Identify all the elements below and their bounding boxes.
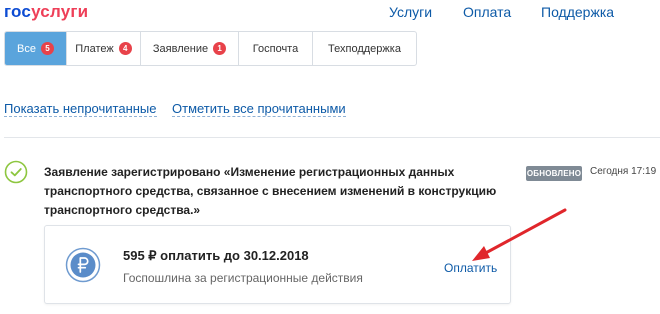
gosuslugi-logo[interactable]: госуслуги [4,2,88,22]
tab-tech-support-label: Техподдержка [328,42,401,55]
payment-amount: 595 ₽ оплатить до 30.12.2018 [123,248,309,263]
tab-payment-label: Платеж [75,42,114,55]
nav-payment[interactable]: Оплата [463,4,511,20]
tab-application-label: Заявление [152,42,209,55]
logo-part-uslugi: услуги [31,2,89,21]
tab-all-label: Все [17,42,36,55]
ruble-icon [65,247,101,283]
notification-tabs: Все 5 Платеж 4 Заявление 1 Госпочта Техп… [4,31,417,66]
tab-all-count: 5 [40,42,54,55]
divider [4,137,660,138]
payment-card: 595 ₽ оплатить до 30.12.2018 Госпошлина … [44,225,511,304]
notification-text[interactable]: Заявление зарегистрировано «Изменение ре… [44,163,514,220]
tab-application-count: 1 [213,42,227,55]
nav-services[interactable]: Услуги [389,4,432,20]
tab-payment-count: 4 [118,42,132,55]
logo-part-gos: гос [4,2,32,21]
nav-support[interactable]: Поддержка [541,4,614,20]
tab-gospochta-label: Госпочта [252,42,299,55]
status-badge: ОБНОВЛЕНО [526,166,582,181]
payment-description: Госпошлина за регистрационные действия [123,271,363,285]
tab-all[interactable]: Все 5 [5,32,66,65]
tab-payment[interactable]: Платеж 4 [66,32,140,65]
red-arrow [472,208,567,261]
tab-tech-support[interactable]: Техподдержка [312,32,416,65]
notification-time: Сегодня 17:19 [590,166,657,177]
mark-all-read-link[interactable]: Отметить все прочитанными [172,102,346,117]
show-unread-link[interactable]: Показать непрочитанные [4,102,157,117]
top-bar: госуслуги Услуги Оплата Поддержка [0,0,660,26]
tab-application[interactable]: Заявление 1 [140,32,238,65]
tab-gospochta[interactable]: Госпочта [238,32,312,65]
check-circle-icon [4,160,28,184]
